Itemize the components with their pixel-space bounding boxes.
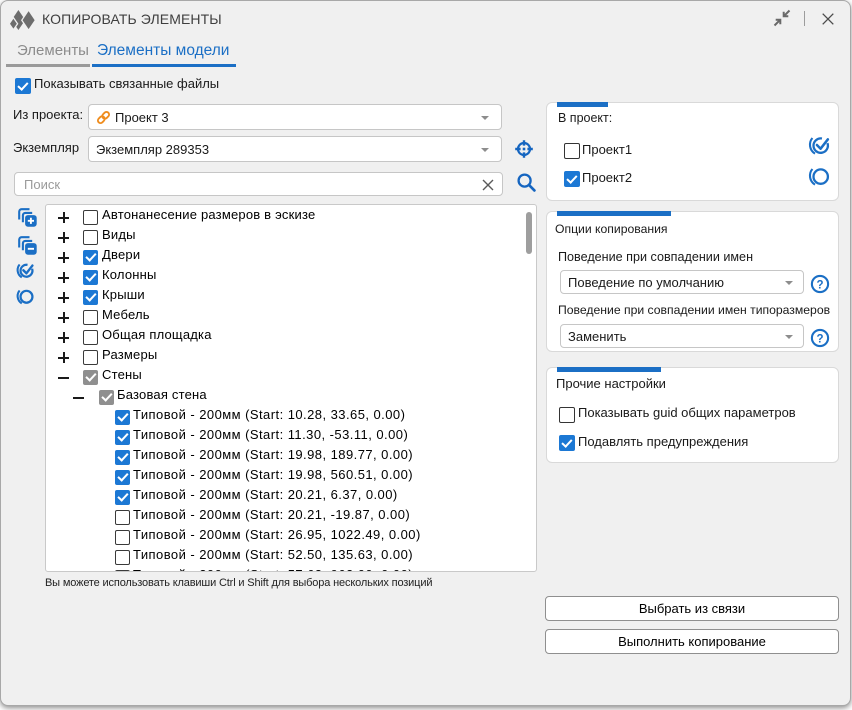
svg-text:?: ? xyxy=(816,333,823,345)
svg-text:?: ? xyxy=(816,279,823,291)
